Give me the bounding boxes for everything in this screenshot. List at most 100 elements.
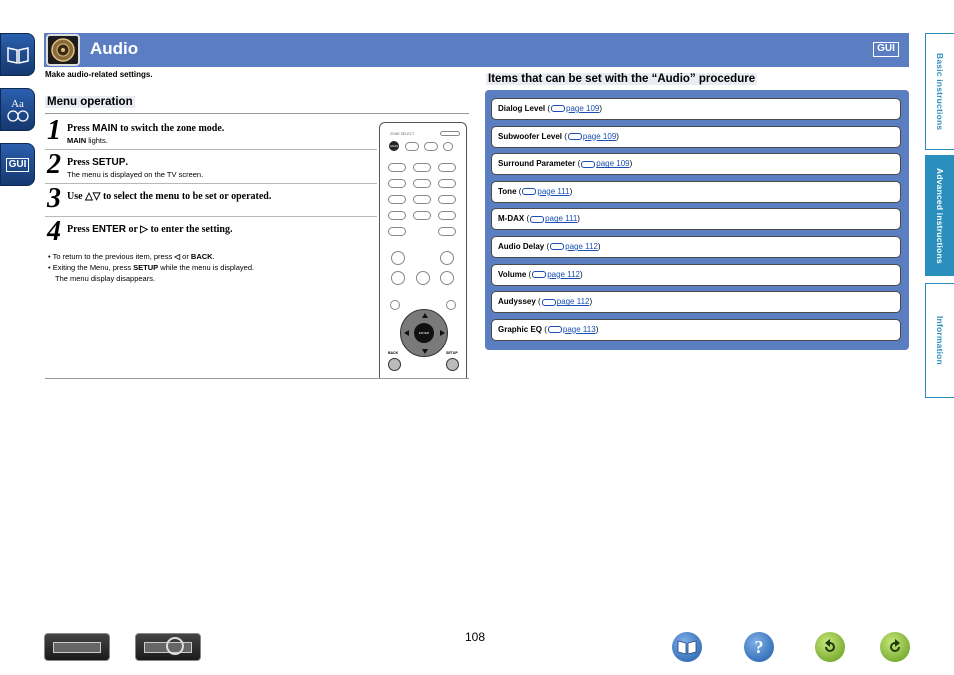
- page-title: Audio: [90, 39, 139, 58]
- item-label: M-DAX: [498, 214, 525, 224]
- remote-setup-label: SETUP: [446, 351, 458, 355]
- down-arrow-icon: [422, 349, 428, 354]
- step-instruction: Press SETUP.: [67, 157, 128, 168]
- item-row: Tone ( page 111): [491, 180, 901, 203]
- page-link[interactable]: page 111: [545, 214, 577, 223]
- pointing-hand-icon: [551, 105, 566, 113]
- remote-button: [388, 179, 406, 188]
- step-number: 3: [47, 183, 61, 214]
- open-paren: (: [545, 104, 551, 113]
- rear-panel-button[interactable]: [135, 633, 201, 661]
- step-instruction: Press ENTER or ▷ to enter the setting.: [67, 224, 233, 235]
- close-paren: ): [629, 159, 633, 169]
- magnifier-icon: [166, 637, 184, 655]
- menu-operation-panel: 1 Press MAIN to switch the zone mode. MA…: [45, 113, 469, 379]
- page-number: 108: [465, 630, 486, 644]
- right-arrow-icon: [440, 330, 445, 336]
- pointing-hand-icon: [522, 188, 537, 196]
- remote-button: [388, 227, 406, 236]
- front-panel-icon: [53, 642, 101, 653]
- gui-nav-badge: GUI: [5, 157, 30, 172]
- tab-label: Basic instructions: [935, 52, 945, 131]
- tab-advanced-instructions[interactable]: Advanced instructions: [925, 155, 954, 276]
- title-bar: Audio GUI: [44, 33, 909, 67]
- page-link[interactable]: page 112: [547, 270, 580, 279]
- pointing-hand-icon: [550, 243, 565, 251]
- index-nav-icon[interactable]: Aa: [0, 88, 35, 131]
- step-4: 4 Press ENTER or ▷ to enter the setting.: [45, 217, 377, 249]
- tab-label: Information: [935, 316, 945, 365]
- back-icon[interactable]: [815, 632, 845, 662]
- item-label: Audio Delay: [498, 242, 545, 251]
- notes: • To return to the previous item, press …: [48, 251, 254, 284]
- open-paren: (: [542, 324, 547, 334]
- step-instruction: Use △▽ to select the menu to be set or o…: [67, 191, 272, 202]
- gui-nav-icon[interactable]: GUI: [0, 143, 35, 186]
- open-paren: (: [516, 186, 522, 196]
- item-label: Dialog Level: [498, 104, 546, 113]
- item-row: Subwoofer Level (page 109): [491, 125, 901, 148]
- close-paren: ): [595, 324, 599, 334]
- remote-channel-up-button: [391, 251, 405, 265]
- remote-button: [424, 142, 438, 151]
- note-line: The menu display disappears.: [55, 274, 156, 283]
- remote-info-button: [390, 300, 400, 310]
- remote-button: [438, 227, 456, 236]
- item-row: Audyssey (page 112): [491, 291, 901, 314]
- page-link[interactable]: page 109: [583, 132, 616, 141]
- remote-button: [443, 142, 453, 151]
- remote-back-button: [388, 358, 401, 371]
- tab-information[interactable]: Information: [925, 283, 954, 398]
- close-paren: ): [577, 214, 580, 224]
- front-panel-button[interactable]: [44, 633, 110, 661]
- remote-button: [405, 142, 419, 151]
- pointing-hand-icon: [532, 270, 547, 278]
- open-paren: (: [562, 131, 567, 141]
- step-instruction: Press MAIN to switch the zone mode.: [67, 123, 225, 134]
- open-paren: (: [535, 297, 541, 307]
- remote-button: [388, 211, 406, 220]
- contents-nav-icon[interactable]: [0, 33, 35, 76]
- up-arrow-icon: [422, 313, 428, 318]
- page-link[interactable]: page 112: [557, 297, 590, 306]
- item-label: Tone: [498, 186, 517, 196]
- remote-option-button: [446, 300, 456, 310]
- pointing-hand-icon: [567, 132, 582, 140]
- forward-icon[interactable]: [880, 632, 910, 662]
- contents-book-icon[interactable]: [672, 632, 702, 662]
- remote-button: [413, 163, 431, 172]
- remote-back-label: BACK: [388, 351, 399, 355]
- remote-control-illustration: ZONE SELECT MAIN ENTER BACK SETUP: [379, 122, 467, 378]
- step-number: 4: [47, 216, 61, 247]
- step-2: 2 Press SETUP. The menu is displayed on …: [45, 150, 377, 184]
- open-paren: (: [575, 159, 581, 169]
- remote-enter-button: ENTER: [414, 323, 434, 343]
- page-link[interactable]: page 109: [596, 159, 629, 168]
- step-number: 2: [47, 149, 61, 180]
- remote-channel-down-button: [391, 271, 405, 285]
- page-link[interactable]: page 113: [563, 325, 596, 334]
- item-row: Audio Delay ( page 112): [491, 236, 901, 258]
- step-1: 1 Press MAIN to switch the zone mode. MA…: [45, 116, 377, 150]
- remote-button: [438, 179, 456, 188]
- open-paren: (: [524, 214, 530, 224]
- page-link[interactable]: page 111: [537, 187, 569, 196]
- item-row: Graphic EQ (page 113): [491, 318, 901, 341]
- remote-dpad: ENTER: [400, 309, 448, 357]
- close-paren: ): [597, 242, 601, 251]
- open-paren: (: [544, 242, 550, 251]
- page-link[interactable]: page 112: [565, 242, 598, 251]
- page-link[interactable]: page 109: [566, 104, 599, 113]
- remote-button: [388, 195, 406, 204]
- note-line: • Exiting the Menu, press SETUP while th…: [48, 263, 255, 272]
- close-paren: ): [589, 297, 593, 307]
- remote-main-button: MAIN: [389, 141, 399, 151]
- remote-button: [438, 195, 456, 204]
- remote-volume-up-button: [440, 251, 454, 265]
- close-paren: ): [569, 186, 573, 196]
- remote-volume-down-button: [440, 271, 454, 285]
- item-row: Surround Parameter (page 109): [491, 153, 901, 176]
- tab-basic-instructions[interactable]: Basic instructions: [925, 33, 954, 150]
- help-icon[interactable]: ?: [744, 632, 774, 662]
- step-detail: MAIN lights.: [67, 136, 108, 145]
